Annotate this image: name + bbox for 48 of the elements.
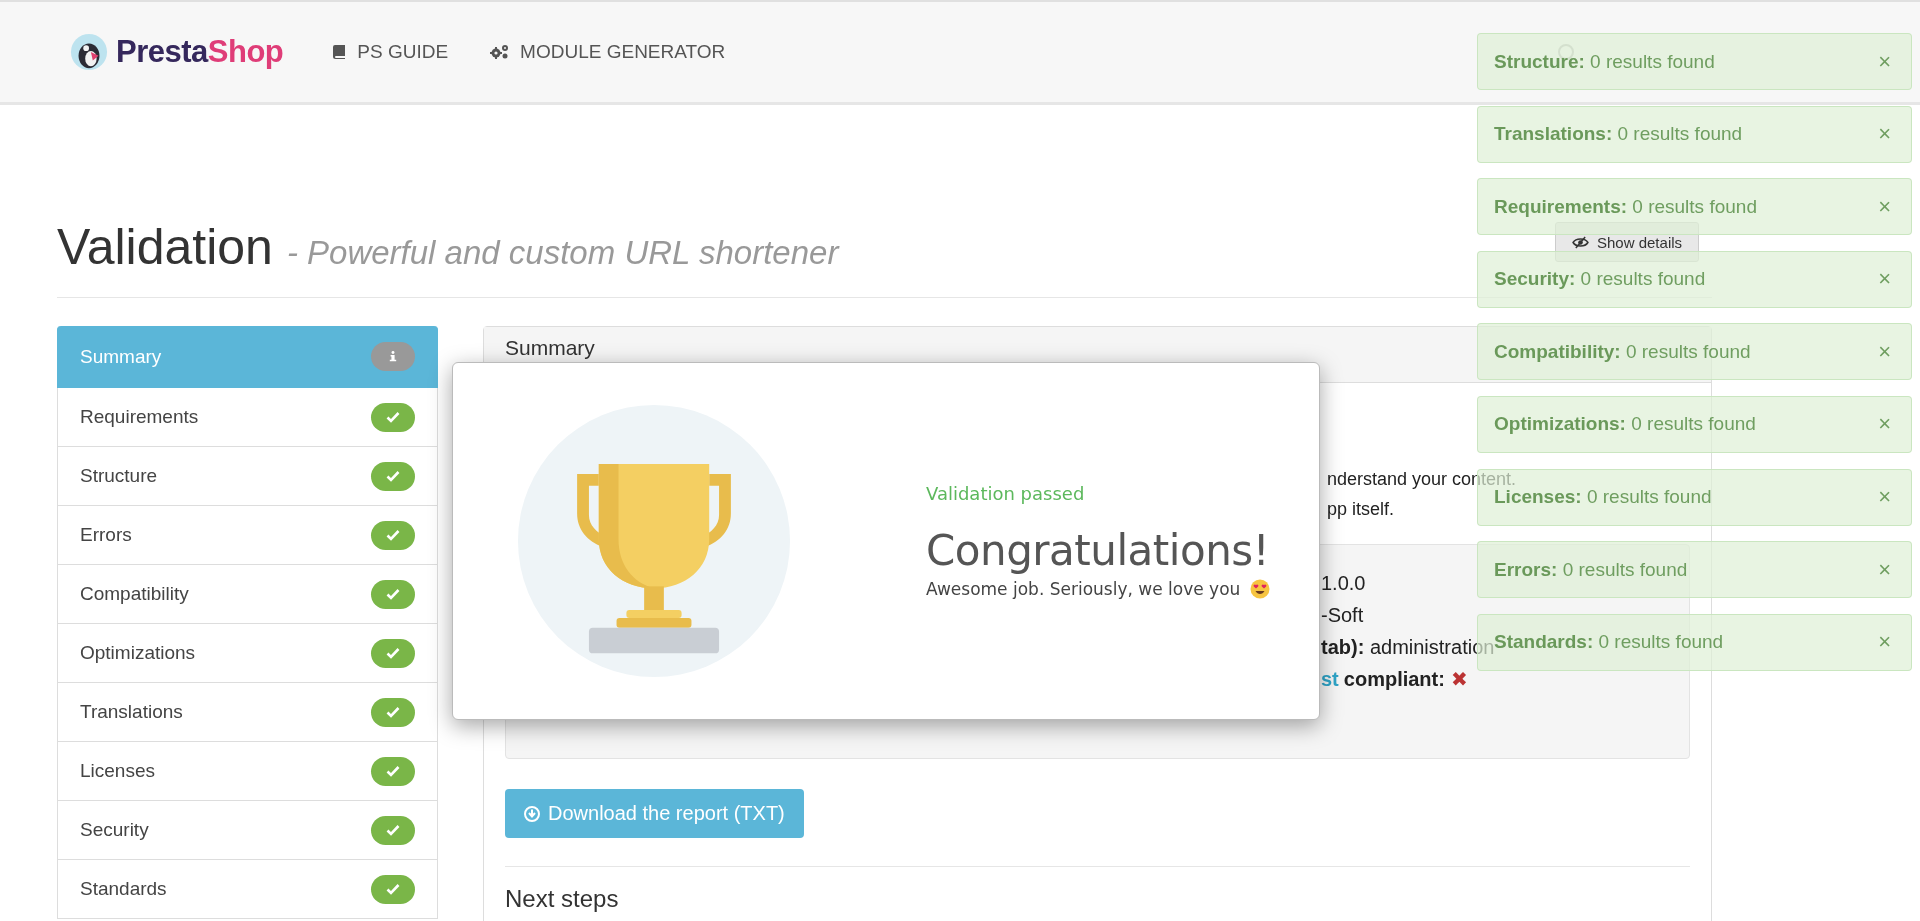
message-text: Awesome job. Seriously, we love you (926, 579, 1241, 599)
logo-icon[interactable] (70, 33, 108, 71)
check-badge (371, 638, 415, 668)
status-text: Validation passed (926, 483, 1086, 504)
check-badge (371, 697, 415, 727)
notification-text: Requirements: 0 results found (1494, 195, 1757, 218)
notification-text: Errors: 0 results found (1494, 558, 1688, 581)
detail-text: compliant: (1343, 668, 1445, 690)
smiley-icon (1250, 579, 1271, 599)
check-badge (371, 461, 415, 491)
notification-text: Structure: 0 results found (1494, 50, 1715, 73)
sidebar-item[interactable]: Standards (57, 860, 438, 919)
check-badge (371, 815, 415, 845)
panel-title: Summary (505, 336, 595, 360)
notification-text: Security: 0 results found (1494, 268, 1706, 291)
check-badge (371, 579, 415, 609)
nav-link[interactable]: PS GUIDE (357, 41, 449, 63)
download-icon (524, 805, 540, 822)
sidebar-item[interactable]: Optimizations (57, 624, 438, 683)
page-subtitle: - Powerful and custom URL shortener (286, 234, 839, 271)
cross-mark: ✖ (1450, 668, 1468, 690)
notification-text: Optimizations: 0 results found (1494, 413, 1756, 436)
gears-icon (490, 44, 511, 60)
sidebar-item[interactable]: Translations (57, 683, 438, 742)
check-badge (371, 520, 415, 550)
sidebar-item[interactable]: Errors (57, 506, 438, 565)
section-heading: Next steps (505, 885, 620, 913)
check-badge (371, 874, 415, 904)
nav-link[interactable]: MODULE GENERATOR (520, 41, 726, 63)
page-title: Validation (57, 219, 273, 275)
check-badge (371, 402, 415, 432)
modal-heading: Congratulations! (926, 526, 1270, 575)
sidebar-item[interactable]: Compatibility (57, 565, 438, 624)
sidebar-item[interactable]: Requirements (57, 388, 438, 447)
info-badge (371, 342, 415, 371)
sidebar-item[interactable]: Licenses (57, 742, 438, 801)
sidebar-item[interactable]: Security (57, 801, 438, 860)
detail-text: 1.0.0 (1321, 572, 1366, 594)
sidebar-item[interactable]: Structure (57, 447, 438, 506)
check-badge (371, 756, 415, 786)
notification-text: Standards: 0 results found (1494, 631, 1724, 653)
detail-text: -Soft (1321, 604, 1364, 626)
book-icon (331, 44, 348, 60)
notification-text: Compatibility: 0 results found (1494, 340, 1751, 363)
logo-text[interactable]: PrestaShop (116, 34, 284, 70)
body-text: pp itself. (1327, 498, 1395, 521)
notification-text: Translations: 0 results found (1494, 123, 1743, 146)
detail-text: tab): administration (1321, 636, 1495, 658)
